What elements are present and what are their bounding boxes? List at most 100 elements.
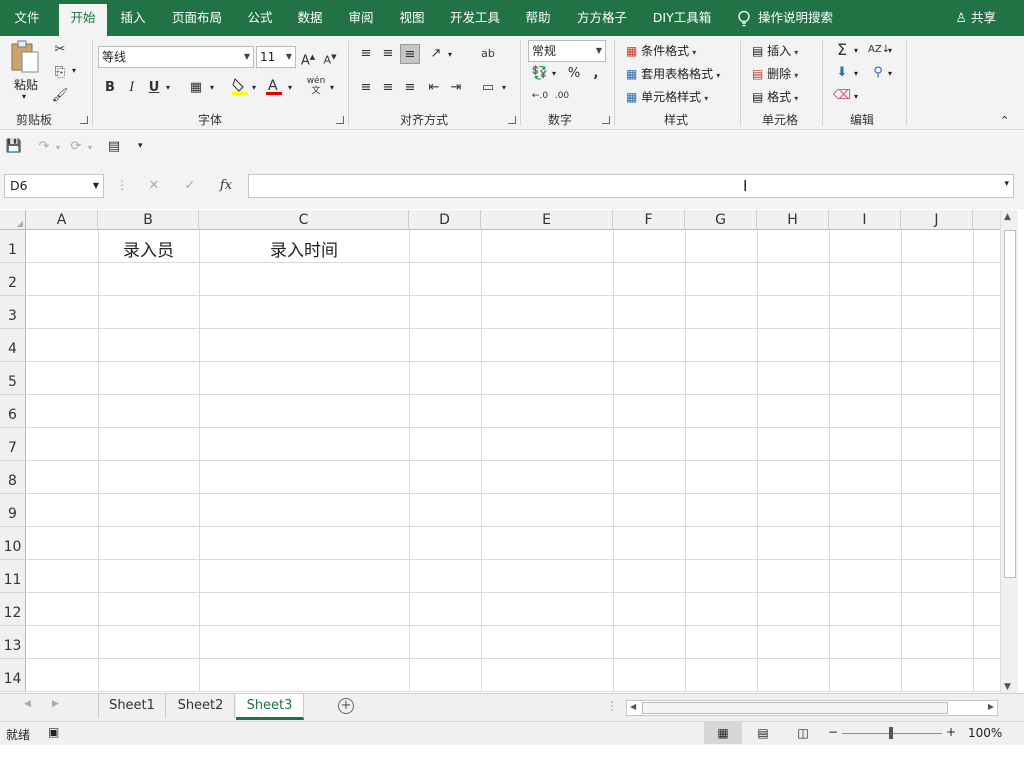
row-header[interactable]: 1 xyxy=(0,230,26,263)
tab-developer[interactable]: 开发工具 xyxy=(440,0,510,36)
fill-dropdown-icon[interactable]: ▾ xyxy=(854,69,858,78)
merge-dropdown-icon[interactable]: ▾ xyxy=(502,83,506,92)
tab-file[interactable]: 文件 xyxy=(0,0,54,36)
font-color-icon[interactable]: A xyxy=(264,76,284,96)
zoom-out-icon[interactable]: − xyxy=(828,725,838,739)
format-cells-button[interactable]: ▤ 格式 ▾ xyxy=(752,88,798,105)
row-header[interactable]: 9 xyxy=(0,494,26,527)
column-header[interactable]: D xyxy=(409,210,481,230)
macro-record-icon[interactable]: ▣ xyxy=(48,725,59,739)
cut-icon[interactable]: ✂ xyxy=(50,40,70,60)
clear-icon[interactable]: ⌫ xyxy=(832,86,852,106)
comma-style-button[interactable]: , xyxy=(586,64,606,84)
sort-filter-dropdown-icon[interactable]: ▾ xyxy=(888,46,892,55)
bold-button[interactable]: B xyxy=(100,78,120,98)
column-header[interactable]: F xyxy=(613,210,685,230)
borders-dropdown-icon[interactable]: ▾ xyxy=(210,83,214,92)
increase-font-icon[interactable]: A▲ xyxy=(298,47,318,68)
tab-home[interactable]: 开始 xyxy=(59,4,107,36)
font-color-dropdown-icon[interactable]: ▾ xyxy=(288,83,292,92)
column-header[interactable]: H xyxy=(757,210,829,230)
alignment-launcher-icon[interactable] xyxy=(508,116,516,124)
column-header[interactable] xyxy=(973,210,1000,230)
save-icon[interactable]: 💾 xyxy=(4,137,24,157)
find-dropdown-icon[interactable]: ▾ xyxy=(888,69,892,78)
fill-color-dropdown-icon[interactable]: ▾ xyxy=(252,83,256,92)
zoom-in-icon[interactable]: + xyxy=(946,725,956,739)
column-header[interactable]: J xyxy=(901,210,973,230)
zoom-level[interactable]: 100% xyxy=(968,726,1002,740)
row-header[interactable]: 6 xyxy=(0,395,26,428)
merge-center-icon[interactable]: ▭ xyxy=(478,78,498,98)
customize-qat-icon[interactable]: ▾ xyxy=(138,141,143,151)
name-box[interactable]: D6 ▼ xyxy=(4,174,104,198)
accounting-format-icon[interactable]: 💱 xyxy=(530,64,550,84)
share-button[interactable]: ♙ 共享 xyxy=(955,0,996,36)
scroll-right-icon[interactable]: ▶ xyxy=(988,702,994,711)
column-header[interactable]: C xyxy=(199,210,409,230)
wrap-text-icon[interactable]: ab xyxy=(478,44,498,64)
page-layout-view-icon[interactable]: ▤ xyxy=(752,722,774,744)
column-header[interactable]: G xyxy=(685,210,757,230)
format-as-table-button[interactable]: ▦ 套用表格格式 ▾ xyxy=(626,65,720,82)
align-bottom-icon[interactable]: ≡ xyxy=(400,44,420,64)
font-name-select[interactable]: 等线 ▼ xyxy=(98,46,254,68)
insert-cells-button[interactable]: ▤ 插入 ▾ xyxy=(752,42,798,59)
align-right-icon[interactable]: ≡ xyxy=(400,78,420,98)
row-header[interactable]: 12 xyxy=(0,593,26,626)
fill-color-icon[interactable] xyxy=(230,76,250,96)
horizontal-scrollbar[interactable]: ◀ ▶ xyxy=(626,700,998,716)
sheet-tab-sheet1[interactable]: Sheet1 xyxy=(98,694,166,718)
page-break-view-icon[interactable]: ◫ xyxy=(792,722,814,744)
tell-me-search[interactable]: 操作说明搜索 xyxy=(758,0,868,36)
find-select-icon[interactable]: ⚲ xyxy=(868,63,888,83)
print-preview-icon[interactable]: ▤ xyxy=(104,137,124,157)
scroll-up-icon[interactable]: ▲ xyxy=(1004,212,1011,222)
tab-page-layout[interactable]: 页面布局 xyxy=(162,0,232,36)
autosum-icon[interactable]: Σ xyxy=(832,40,852,60)
number-format-select[interactable]: 常规 ▼ xyxy=(528,40,606,62)
row-header[interactable]: 7 xyxy=(0,428,26,461)
name-box-dropdown-icon[interactable]: ▼ xyxy=(93,175,99,197)
enter-icon[interactable]: ✓ xyxy=(180,176,200,196)
row-header[interactable]: 14 xyxy=(0,659,26,692)
row-header[interactable]: 13 xyxy=(0,626,26,659)
phonetic-guide-icon[interactable]: wén 文 xyxy=(306,76,326,96)
orientation-icon[interactable]: ↗ xyxy=(426,44,446,64)
autosum-dropdown-icon[interactable]: ▾ xyxy=(854,46,858,55)
zoom-slider-thumb[interactable] xyxy=(889,727,893,739)
underline-button[interactable]: U xyxy=(144,78,164,98)
number-launcher-icon[interactable] xyxy=(602,116,610,124)
align-middle-icon[interactable]: ≡ xyxy=(378,44,398,64)
clipboard-launcher-icon[interactable] xyxy=(80,116,88,124)
redo-icon[interactable]: ↷ xyxy=(34,137,54,157)
cell-styles-button[interactable]: ▦ 单元格样式 ▾ xyxy=(626,88,708,105)
repeat-dropdown-icon[interactable]: ▾ xyxy=(88,143,92,152)
tab-insert[interactable]: 插入 xyxy=(110,0,156,36)
formula-input[interactable]: I ▾ xyxy=(248,174,1014,198)
row-header[interactable]: 4 xyxy=(0,329,26,362)
horizontal-scroll-thumb[interactable] xyxy=(642,702,948,714)
tab-help[interactable]: 帮助 xyxy=(516,0,560,36)
format-painter-icon[interactable]: 🖌 xyxy=(50,86,70,106)
tab-data[interactable]: 数据 xyxy=(288,0,332,36)
align-center-icon[interactable]: ≡ xyxy=(378,78,398,98)
tab-fangfang[interactable]: 方方格子 xyxy=(568,0,636,36)
delete-cells-button[interactable]: ▤ 删除 ▾ xyxy=(752,65,798,82)
phonetic-dropdown-icon[interactable]: ▾ xyxy=(330,83,334,92)
italic-button[interactable]: I xyxy=(122,78,142,98)
font-size-select[interactable]: 11 ▼ xyxy=(256,46,296,68)
column-header[interactable]: A xyxy=(26,210,98,230)
cell-C1[interactable]: 录入时间 xyxy=(199,236,409,261)
column-header[interactable]: E xyxy=(481,210,613,230)
align-left-icon[interactable]: ≡ xyxy=(356,78,376,98)
tab-view[interactable]: 视图 xyxy=(390,0,434,36)
row-header[interactable]: 10 xyxy=(0,527,26,560)
sheet-tab-sheet3[interactable]: Sheet3 xyxy=(236,694,304,720)
worksheet-grid[interactable]: ◢ A B C D E F G H I J 1 2 3 4 5 6 7 8 9 … xyxy=(0,210,1000,692)
fill-down-icon[interactable]: ⬇ xyxy=(832,63,852,83)
conditional-formatting-button[interactable]: ▦ 条件格式 ▾ xyxy=(626,42,696,59)
align-top-icon[interactable]: ≡ xyxy=(356,44,376,64)
decrease-indent-icon[interactable]: ⇤ xyxy=(424,78,444,98)
collapse-ribbon-icon[interactable]: ⌃ xyxy=(1000,114,1009,127)
